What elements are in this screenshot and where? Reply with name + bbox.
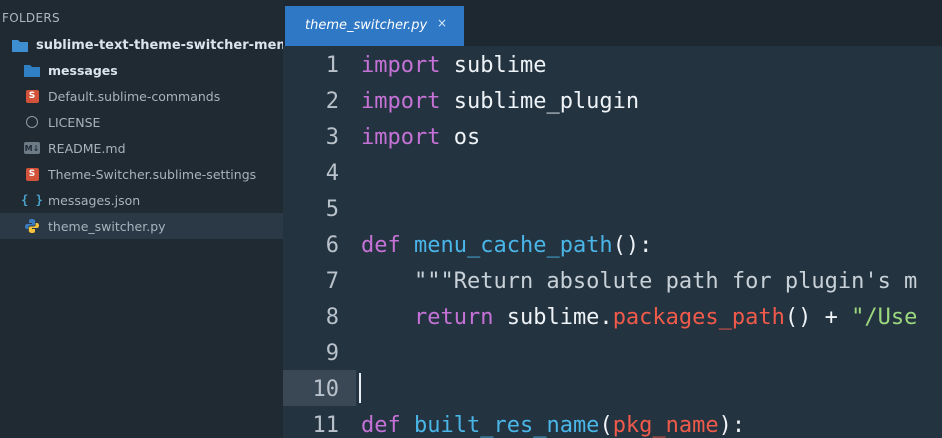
tree-item-label: theme_switcher.py <box>48 218 166 234</box>
folder-open-icon <box>12 37 28 53</box>
code-token: """Return absolute path for plugin's m <box>413 269 918 294</box>
code-line: import os <box>361 120 480 156</box>
tree-item-label: Default.sublime-commands <box>48 88 221 104</box>
line-number: 10 <box>312 377 340 402</box>
line-number: 3 <box>325 125 339 150</box>
line-number: 8 <box>325 305 339 330</box>
tree-item-label: LICENSE <box>48 114 101 130</box>
line-number: 11 <box>312 413 340 438</box>
close-icon[interactable]: × <box>437 16 447 30</box>
code-token: ( <box>599 413 613 438</box>
line-number: 2 <box>325 89 339 114</box>
tree-item-messages[interactable]: messages <box>0 57 283 83</box>
tree-item-label: README.md <box>48 140 126 156</box>
tree-item-theme-switcher-py[interactable]: theme_switcher.py <box>0 213 283 239</box>
code-editor[interactable]: 1 2 3 4 5 6 7 8 9 10 11 import sublime import subli… <box>283 46 942 438</box>
tree-item-settings[interactable]: S Theme-Switcher.sublime-settings <box>0 161 283 187</box>
tab-theme-switcher-py[interactable]: theme_switcher.py × <box>285 6 464 46</box>
line-number: 9 <box>325 341 339 366</box>
tree-item-label: Theme-Switcher.sublime-settings <box>48 166 257 182</box>
python-file-icon <box>24 218 40 234</box>
tree-item-license[interactable]: LICENSE <box>0 109 283 135</box>
json-file-icon: { } <box>21 193 43 207</box>
text-cursor <box>359 373 361 403</box>
markdown-file-icon: M↓ <box>24 142 40 154</box>
tree-item-default-commands[interactable]: S Default.sublime-commands <box>0 83 283 109</box>
line-number: 4 <box>325 161 339 186</box>
tree-item-readme[interactable]: M↓ README.md <box>0 135 283 161</box>
line-number: 7 <box>325 269 339 294</box>
code-token: def <box>361 233 401 258</box>
tree-item-label: messages.json <box>48 192 141 208</box>
code-token: return <box>413 305 494 330</box>
tree-item-messages-json[interactable]: { } messages.json <box>0 187 283 213</box>
tree-root-folder[interactable]: sublime-text-theme-switcher-menu <box>0 32 283 58</box>
tab-label: theme_switcher.py <box>305 18 428 33</box>
code-token: sublime <box>440 53 547 78</box>
code-line: import sublime <box>361 48 546 84</box>
tree-root-label: sublime-text-theme-switcher-menu <box>36 37 283 53</box>
line-number: 6 <box>325 233 339 258</box>
code-line: def menu_cache_path(): <box>361 228 652 264</box>
code-token: menu_cache_path <box>414 233 613 258</box>
code-token: "/Use <box>851 305 918 330</box>
tab-bar: theme_switcher.py × <box>283 0 942 46</box>
code-line: return sublime.packages_path() + "/Use <box>361 300 917 336</box>
code-token: built_res_name <box>414 413 600 438</box>
code-token: sublime. <box>493 305 613 330</box>
code-line: """Return absolute path for plugin's m <box>361 264 917 300</box>
line-number: 1 <box>325 53 339 78</box>
line-number: 5 <box>325 197 339 222</box>
code-token: import <box>361 53 441 78</box>
code-line: def built_res_name(pkg_name): <box>361 408 745 438</box>
code-token: (): <box>612 233 653 258</box>
code-token: pkg_name <box>612 413 719 438</box>
license-file-icon <box>24 114 40 130</box>
sublime-file-icon: S <box>24 166 40 182</box>
code-token: import <box>361 89 441 114</box>
code-token: import <box>361 125 441 150</box>
code-line: import sublime_plugin <box>361 84 639 120</box>
code-token: def <box>361 413 401 438</box>
sidebar: FOLDERS sublime-text-theme-switcher-menu… <box>0 0 283 438</box>
sublime-file-icon: S <box>24 88 40 104</box>
code-token: os <box>440 125 481 150</box>
code-token: sublime_plugin <box>440 89 640 114</box>
folder-icon <box>24 62 40 78</box>
folders-title: FOLDERS <box>2 11 60 25</box>
tree-item-label: messages <box>48 62 118 78</box>
code-token: () + <box>784 305 852 330</box>
code-token: packages_path <box>612 305 785 330</box>
code-token: ): <box>718 413 746 438</box>
